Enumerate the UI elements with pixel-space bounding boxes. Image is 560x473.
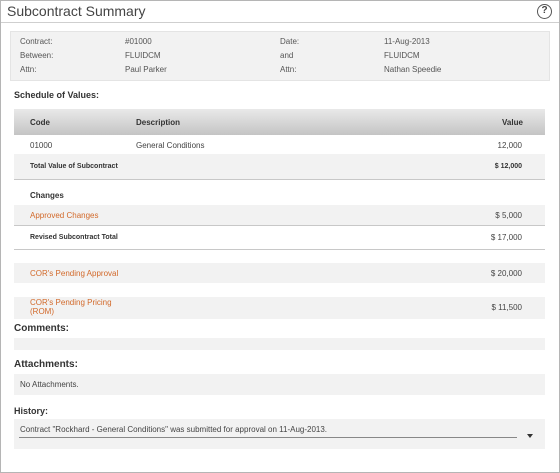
pending-pricing-link-suffix[interactable]: (ROM) (30, 307, 54, 316)
attachments-panel (14, 374, 545, 395)
history-entry: Contract "Rockhard - General Conditions"… (20, 425, 328, 434)
pending-pricing-value: $ 11,500 (491, 303, 522, 312)
revised-total-value: $ 17,000 (490, 233, 522, 242)
divider (14, 249, 545, 250)
contract-label: Contract: (20, 37, 53, 46)
title-bar: Subcontract Summary ? (1, 1, 559, 23)
page-title: Subcontract Summary (7, 3, 146, 19)
history-underline (19, 437, 517, 438)
date-value: 11-Aug-2013 (384, 37, 430, 46)
approved-changes-link[interactable]: Approved Changes (30, 211, 99, 220)
comments-panel (14, 338, 545, 350)
column-header-value: Value (502, 118, 523, 127)
attachments-heading: Attachments: (14, 359, 78, 370)
attn-left-label: Attn: (20, 65, 37, 74)
comments-heading: Comments: (14, 323, 70, 334)
approved-changes-value: $ 5,000 (495, 211, 522, 220)
caret-down-icon[interactable] (527, 434, 533, 438)
date-label: Date: (280, 37, 300, 46)
divider (14, 225, 545, 226)
and-label: and (280, 51, 294, 60)
pending-approval-link[interactable]: COR's Pending Approval (30, 269, 118, 278)
row-value: 12,000 (497, 141, 522, 150)
total-label: Total Value of Subcontract (30, 163, 118, 170)
changes-heading: Changes (30, 191, 64, 200)
attn-right-value: Nathan Speedie (384, 65, 442, 74)
history-dropdown[interactable] (14, 419, 545, 449)
no-attachments-text: No Attachments. (20, 380, 79, 389)
table-header: Code Description Value (14, 109, 545, 135)
total-value: $ 12,000 (494, 163, 522, 170)
contract-value: #01000 (125, 37, 152, 46)
revised-total-label: Revised Subcontract Total (30, 234, 118, 241)
pending-approval-value: $ 20,000 (490, 269, 522, 278)
column-header-code: Code (30, 118, 50, 127)
between-value: FLUIDCM (125, 51, 161, 60)
subcontract-summary-window: Subcontract Summary ? Contract: #01000 D… (0, 0, 560, 473)
schedule-heading: Schedule of Values: (14, 90, 100, 100)
row-description: General Conditions (136, 141, 205, 150)
column-header-description: Description (136, 118, 181, 127)
history-heading: History: (14, 406, 49, 416)
and-value: FLUIDCM (384, 51, 420, 60)
help-icon[interactable]: ? (537, 4, 552, 19)
row-code: 01000 (30, 141, 53, 150)
divider (14, 179, 545, 180)
between-label: Between: (20, 51, 54, 60)
pending-pricing-link[interactable]: COR's Pending Pricing (30, 298, 112, 307)
attn-right-label: Attn: (280, 65, 297, 74)
attn-left-value: Paul Parker (125, 65, 167, 74)
